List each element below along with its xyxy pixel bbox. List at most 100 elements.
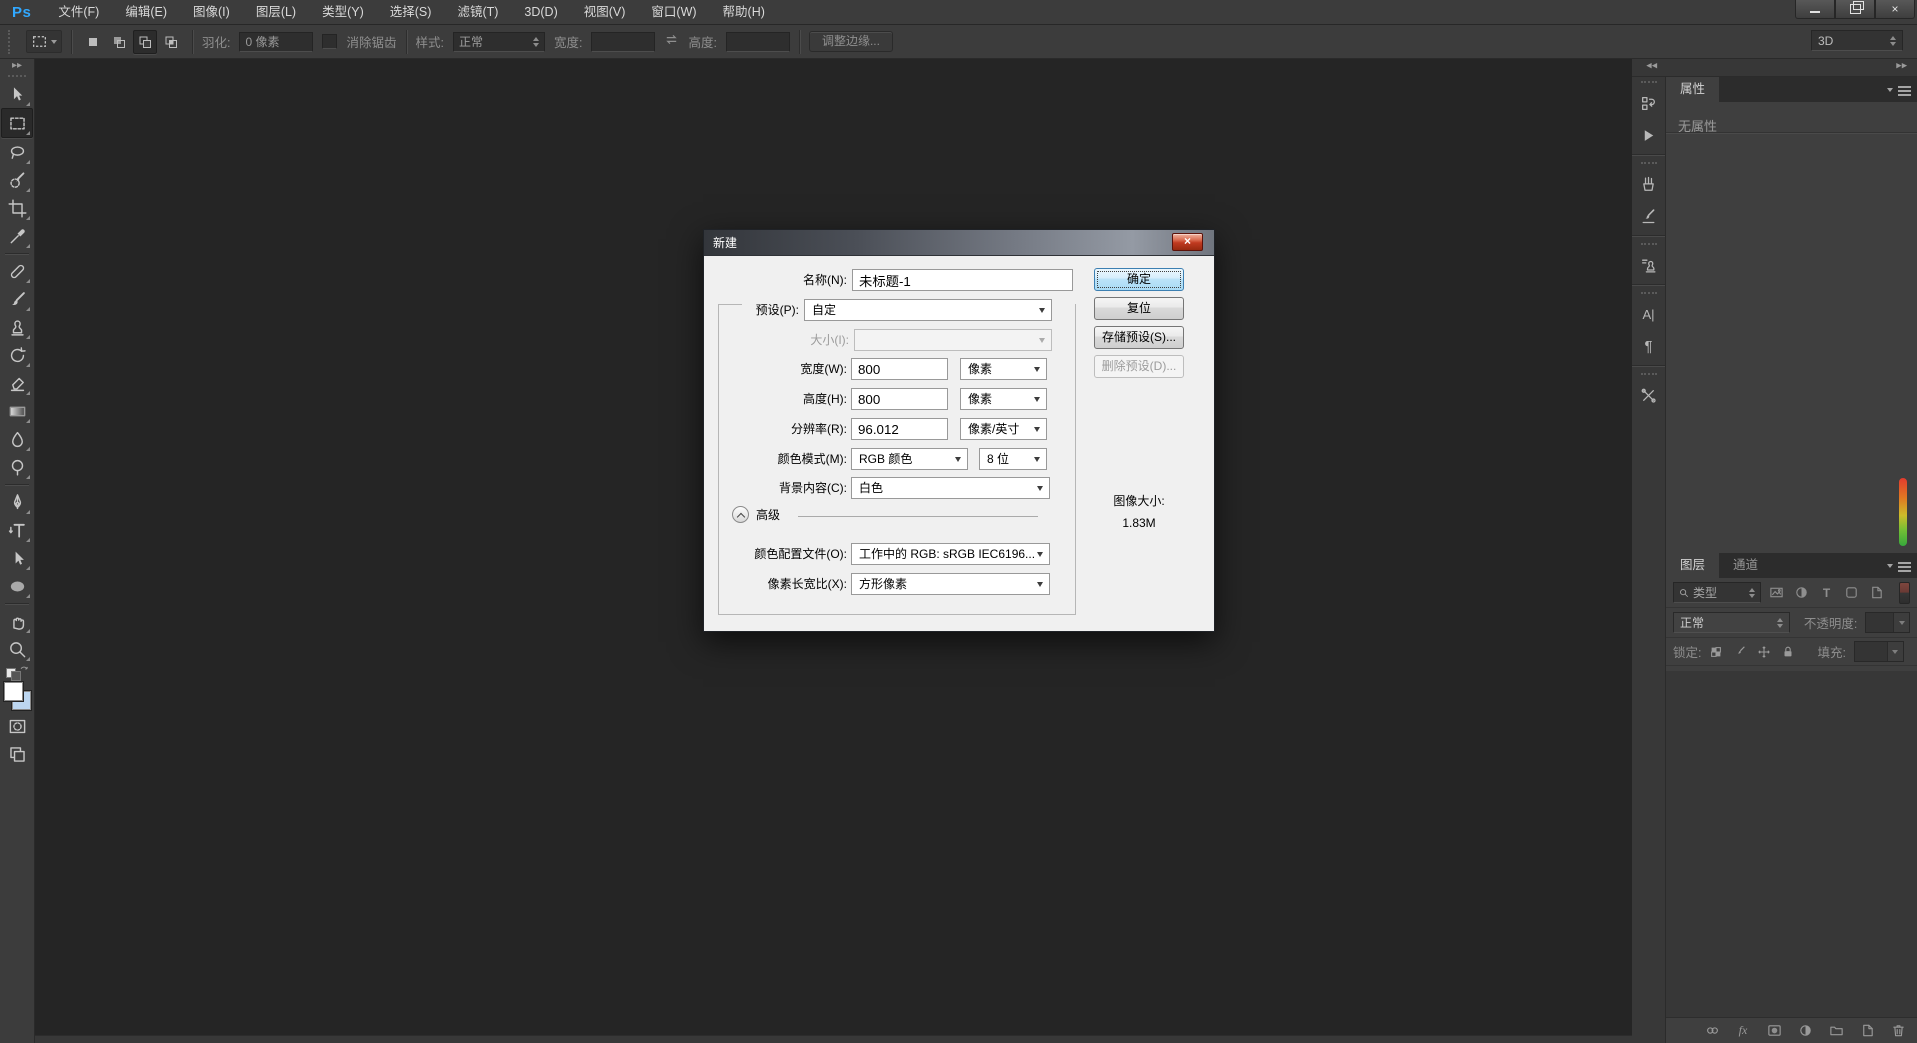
new-adjustment-layer-button[interactable] [1796,1022,1814,1040]
foreground-color-swatch[interactable] [4,682,23,701]
filter-shape-layers-button[interactable] [1842,583,1861,602]
width-unit-dropdown[interactable]: 像素 [960,358,1047,380]
expand-panels-icon[interactable]: ▶▶ [1896,62,1907,70]
panel-group-grip[interactable] [1640,162,1657,164]
resolution-input[interactable] [851,418,948,440]
eraser-tool-button[interactable] [2,369,32,397]
panel-group-grip[interactable] [1640,81,1657,83]
layer-filter-switch[interactable] [1899,581,1910,604]
opacity-dropdown[interactable] [1865,612,1910,633]
panel-group-grip[interactable] [1640,373,1657,375]
add-layer-mask-button[interactable] [1765,1022,1783,1040]
lock-pixels-button[interactable] [1731,643,1749,661]
zoom-tool-button[interactable] [2,635,32,663]
tab-layers[interactable]: 图层 [1666,553,1720,578]
brush-tool-button[interactable] [2,285,32,313]
name-input[interactable] [852,269,1073,291]
color-mode-dropdown[interactable]: RGB 颜色 [851,448,968,470]
tool-presets-panel-button[interactable] [1636,382,1662,408]
clone-stamp-tool-button[interactable] [2,313,32,341]
blur-tool-button[interactable] [2,425,32,453]
menu-filter[interactable]: 滤镜(T) [444,0,511,24]
screen-mode-button[interactable] [2,740,32,768]
layer-style-button[interactable]: fx [1734,1022,1752,1040]
menu-edit[interactable]: 编辑(E) [112,0,180,24]
menu-window[interactable]: 窗口(W) [638,0,709,24]
actions-panel-button[interactable] [1636,122,1662,148]
filter-smart-objects-button[interactable] [1867,583,1886,602]
link-layers-button[interactable] [1703,1022,1721,1040]
tab-properties[interactable]: 属性 [1666,77,1720,102]
quick-selection-tool-button[interactable] [2,166,32,194]
preset-dropdown[interactable]: 自定 [804,299,1052,321]
pixel-aspect-dropdown[interactable]: 方形像素 [851,573,1050,595]
menu-layer[interactable]: 图层(L) [243,0,309,24]
dialog-titlebar[interactable]: 新建 × [704,230,1214,256]
brush-presets-panel-button[interactable] [1636,171,1662,197]
path-selection-tool-button[interactable] [2,544,32,572]
new-selection-button[interactable] [81,30,105,54]
feather-input[interactable] [239,31,314,52]
gradient-tool-button[interactable] [2,397,32,425]
panel-group-grip[interactable] [1640,243,1657,245]
panel-group-grip[interactable] [1640,292,1657,294]
fill-dropdown[interactable] [1853,641,1904,662]
character-panel-button[interactable]: A| [1636,301,1662,327]
close-button[interactable]: × [1875,0,1915,19]
filter-pixel-layers-button[interactable] [1767,583,1786,602]
panel-menu-button[interactable] [1887,560,1911,572]
width-input[interactable] [591,31,656,52]
lock-position-button[interactable] [1755,643,1773,661]
ellipse-shape-tool-button[interactable] [2,572,32,600]
menu-file[interactable]: 文件(F) [45,0,112,24]
width-input[interactable] [851,358,948,380]
vertical-type-tool-button[interactable] [2,516,32,544]
menu-image[interactable]: 图像(I) [180,0,243,24]
history-panel-button[interactable] [1636,90,1662,116]
ok-button[interactable]: 确定 [1094,268,1184,291]
panel-menu-button[interactable] [1887,84,1911,96]
lock-all-button[interactable] [1779,643,1797,661]
spot-healing-brush-tool-button[interactable] [2,257,32,285]
menu-type[interactable]: 类型(Y) [309,0,377,24]
refine-edge-button[interactable]: 调整边缘... [808,31,893,52]
color-profile-dropdown[interactable]: 工作中的 RGB: sRGB IEC6196... [851,543,1050,565]
brush-panel-button[interactable] [1636,203,1662,229]
pen-tool-button[interactable] [2,488,32,516]
restore-button[interactable] [1835,0,1875,19]
crop-tool-button[interactable] [2,194,32,222]
new-layer-button[interactable] [1858,1022,1876,1040]
collapse-panels-icon[interactable]: ◀◀ [1646,62,1657,70]
background-contents-dropdown[interactable]: 白色 [851,477,1050,499]
bit-depth-dropdown[interactable]: 8 位 [979,448,1047,470]
blend-mode-dropdown[interactable]: 正常 [1673,612,1790,633]
save-preset-button[interactable]: 存储预设(S)... [1094,326,1184,349]
default-and-swap-colors[interactable] [5,666,29,681]
resolution-unit-dropdown[interactable]: 像素/英寸 [960,418,1047,440]
minimize-button[interactable] [1795,0,1835,19]
workspace-switcher[interactable]: 3D [1811,30,1903,51]
delete-layer-button[interactable] [1889,1022,1907,1040]
antialias-checkbox[interactable] [322,34,338,49]
dodge-tool-button[interactable] [2,453,32,481]
move-tool-button[interactable] [2,80,32,108]
paragraph-panel-button[interactable]: ¶ [1636,333,1662,359]
current-tool-preset[interactable] [26,30,62,53]
clone-source-panel-button[interactable] [1636,252,1662,278]
quick-mask-button[interactable] [2,712,32,740]
reset-button[interactable]: 复位 [1094,297,1184,320]
filter-kind-dropdown[interactable]: 类型 [1673,582,1761,603]
swap-width-height-icon[interactable] [664,32,679,52]
subtract-from-selection-button[interactable] [133,29,157,54]
tab-channels[interactable]: 通道 [1719,553,1773,578]
toolbar-collapse-button[interactable]: ▸▸ [12,59,22,73]
style-dropdown[interactable]: 正常 [452,31,545,52]
rectangular-marquee-tool-button[interactable] [1,108,33,138]
toolbar-grip[interactable] [8,75,26,77]
menu-help[interactable]: 帮助(H) [710,0,778,24]
filter-type-layers-button[interactable]: T [1817,583,1836,602]
filter-adjustment-layers-button[interactable] [1792,583,1811,602]
new-group-button[interactable] [1827,1022,1845,1040]
advanced-toggle-button[interactable] [732,506,749,523]
lasso-tool-button[interactable] [2,138,32,166]
